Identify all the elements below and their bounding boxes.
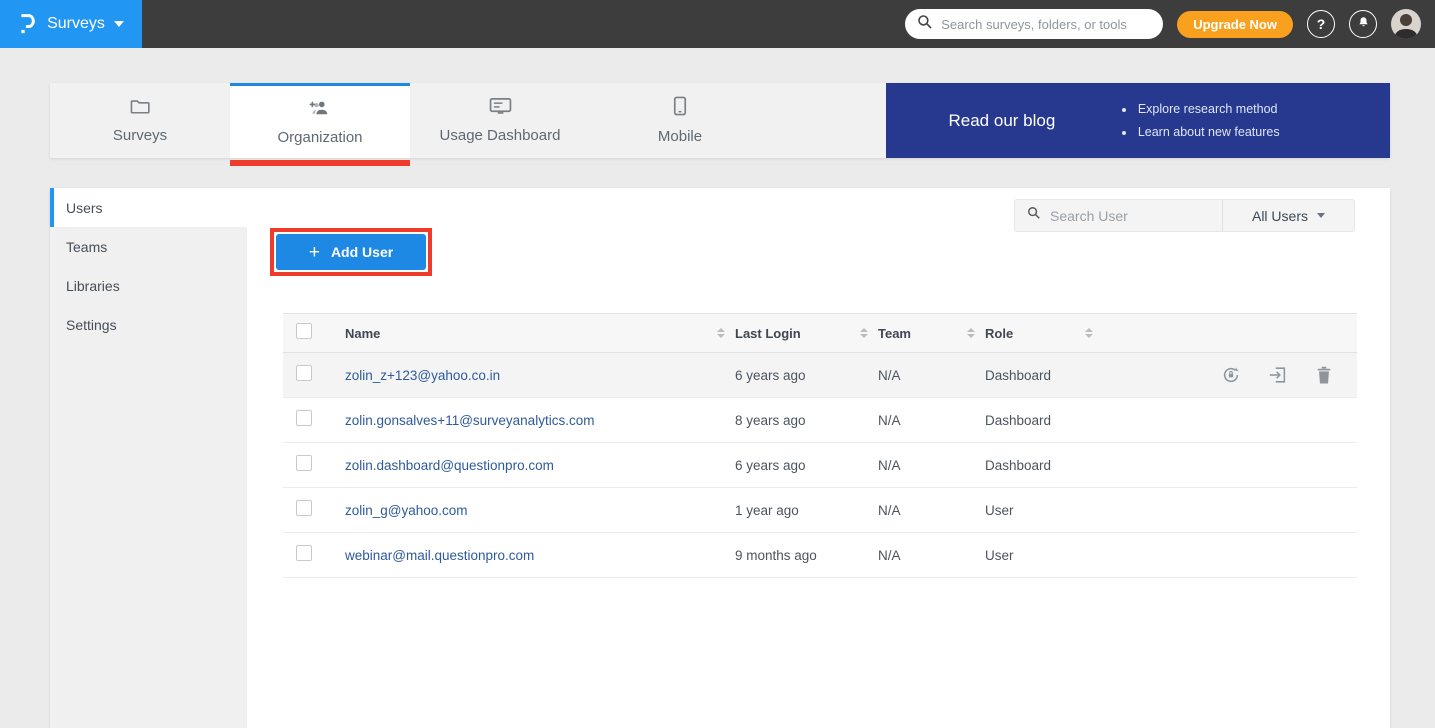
- user-search: [1015, 200, 1222, 231]
- blog-bullet: Learn about new features: [1136, 125, 1280, 139]
- organization-panel: Users Teams Libraries Settings All Users…: [50, 188, 1390, 728]
- chevron-down-icon: [114, 21, 124, 27]
- user-row: zolin.gonsalves+11@surveyanalytics.com 8…: [283, 398, 1357, 443]
- row-actions: [1103, 365, 1357, 385]
- org-sidebar: Users Teams Libraries Settings: [50, 188, 247, 728]
- login-as-user-icon[interactable]: [1268, 365, 1288, 385]
- app-logo[interactable]: Surveys: [0, 0, 142, 48]
- team-cell: N/A: [878, 458, 985, 473]
- notifications-button[interactable]: [1349, 10, 1377, 38]
- last-login-cell: 6 years ago: [735, 368, 878, 383]
- role-cell: Dashboard: [985, 368, 1103, 383]
- avatar-body: [1395, 29, 1417, 39]
- folder-icon: [129, 97, 151, 120]
- team-cell: N/A: [878, 503, 985, 518]
- role-cell: User: [985, 548, 1103, 563]
- tab-label: Mobile: [658, 128, 702, 145]
- upgrade-button[interactable]: Upgrade Now: [1177, 11, 1293, 38]
- avatar[interactable]: [1391, 9, 1421, 39]
- select-all-checkbox[interactable]: [296, 323, 312, 339]
- table-header-row: Name Last Login Team Role: [283, 313, 1357, 353]
- role-cell: User: [985, 503, 1103, 518]
- user-row: webinar@mail.questionpro.com 9 months ag…: [283, 533, 1357, 578]
- user-email-link[interactable]: zolin.gonsalves+11@surveyanalytics.com: [345, 413, 594, 428]
- user-row: zolin_g@yahoo.com 1 year ago N/A User: [283, 488, 1357, 533]
- delete-icon[interactable]: [1315, 365, 1333, 385]
- column-header-role[interactable]: Role: [985, 326, 1013, 341]
- add-user-button[interactable]: + Add User: [276, 234, 426, 270]
- sort-icon[interactable]: [1085, 328, 1093, 338]
- read-our-blog-link[interactable]: Read our blog: [886, 111, 1118, 131]
- row-checkbox[interactable]: [296, 365, 312, 381]
- user-email-link[interactable]: zolin.dashboard@questionpro.com: [345, 458, 554, 473]
- sort-icon[interactable]: [860, 328, 868, 338]
- annotation-highlight-box: + Add User: [270, 228, 432, 276]
- sidebar-item-settings[interactable]: Settings: [50, 305, 247, 344]
- tab-label: Surveys: [113, 127, 167, 144]
- tab-surveys[interactable]: Surveys: [50, 83, 230, 158]
- help-button[interactable]: ?: [1307, 10, 1335, 38]
- add-user-label: Add User: [331, 244, 393, 260]
- top-bar: Surveys Upgrade Now ?: [0, 0, 1435, 48]
- users-pane: All Users + Add User Name Last Login: [247, 188, 1390, 728]
- user-email-link[interactable]: zolin_g@yahoo.com: [345, 503, 468, 518]
- question-mark-icon: ?: [1317, 16, 1326, 32]
- global-search-input[interactable]: [941, 17, 1151, 32]
- last-login-cell: 8 years ago: [735, 413, 878, 428]
- team-cell: N/A: [878, 548, 985, 563]
- sort-icon[interactable]: [717, 328, 725, 338]
- bell-icon: [1356, 15, 1371, 33]
- role-cell: Dashboard: [985, 413, 1103, 428]
- search-user-input[interactable]: [1050, 208, 1210, 224]
- row-checkbox[interactable]: [296, 455, 312, 471]
- topbar-right: Upgrade Now ?: [905, 9, 1435, 39]
- column-header-team[interactable]: Team: [878, 326, 911, 341]
- product-switcher-label: Surveys: [47, 15, 105, 33]
- column-header-name[interactable]: Name: [345, 326, 380, 341]
- tab-usage-dashboard[interactable]: Usage Dashboard: [410, 83, 590, 158]
- blog-bullet: Explore research method: [1136, 102, 1280, 116]
- users-table: Name Last Login Team Role zo: [283, 313, 1357, 578]
- module-tabbar: Surveys Organization Usage Dashboard Mob…: [50, 83, 1390, 158]
- chevron-down-icon: [1317, 213, 1325, 218]
- column-header-last-login[interactable]: Last Login: [735, 326, 801, 341]
- sidebar-item-users[interactable]: Users: [50, 188, 247, 227]
- row-checkbox[interactable]: [296, 500, 312, 516]
- user-email-link[interactable]: webinar@mail.questionpro.com: [345, 548, 534, 563]
- row-checkbox[interactable]: [296, 410, 312, 426]
- dashboard-icon: [489, 97, 512, 120]
- user-row: zolin.dashboard@questionpro.com 6 years …: [283, 443, 1357, 488]
- tab-label: Usage Dashboard: [440, 127, 561, 144]
- last-login-cell: 9 months ago: [735, 548, 878, 563]
- blog-promo-panel: Read our blog Explore research method Le…: [886, 83, 1390, 158]
- user-search-group: All Users: [1014, 199, 1355, 232]
- row-checkbox[interactable]: [296, 545, 312, 561]
- last-login-cell: 6 years ago: [735, 458, 878, 473]
- user-filter-dropdown[interactable]: All Users: [1222, 200, 1354, 231]
- questionpro-logo-icon: [18, 12, 38, 36]
- table-body: zolin_z+123@yahoo.co.in 6 years ago N/A …: [283, 353, 1357, 578]
- sort-icon[interactable]: [967, 328, 975, 338]
- mobile-icon: [673, 96, 687, 121]
- team-cell: N/A: [878, 413, 985, 428]
- sidebar-item-teams[interactable]: Teams: [50, 227, 247, 266]
- sidebar-item-libraries[interactable]: Libraries: [50, 266, 247, 305]
- global-search: [905, 9, 1163, 39]
- role-cell: Dashboard: [985, 458, 1103, 473]
- last-login-cell: 1 year ago: [735, 503, 878, 518]
- user-email-link[interactable]: zolin_z+123@yahoo.co.in: [345, 368, 500, 383]
- blog-bullet-list: Explore research method Learn about new …: [1118, 102, 1280, 139]
- reset-password-icon[interactable]: [1221, 365, 1241, 385]
- team-cell: N/A: [878, 368, 985, 383]
- tab-label: Organization: [277, 129, 362, 146]
- plus-icon: +: [309, 243, 320, 262]
- search-icon: [917, 14, 933, 35]
- user-filter-label: All Users: [1252, 208, 1308, 224]
- avatar-head: [1400, 14, 1412, 26]
- search-icon: [1027, 206, 1041, 225]
- tab-organization[interactable]: Organization: [230, 83, 410, 158]
- person-add-icon: [308, 99, 332, 122]
- tab-mobile[interactable]: Mobile: [590, 83, 770, 158]
- user-row: zolin_z+123@yahoo.co.in 6 years ago N/A …: [283, 353, 1357, 398]
